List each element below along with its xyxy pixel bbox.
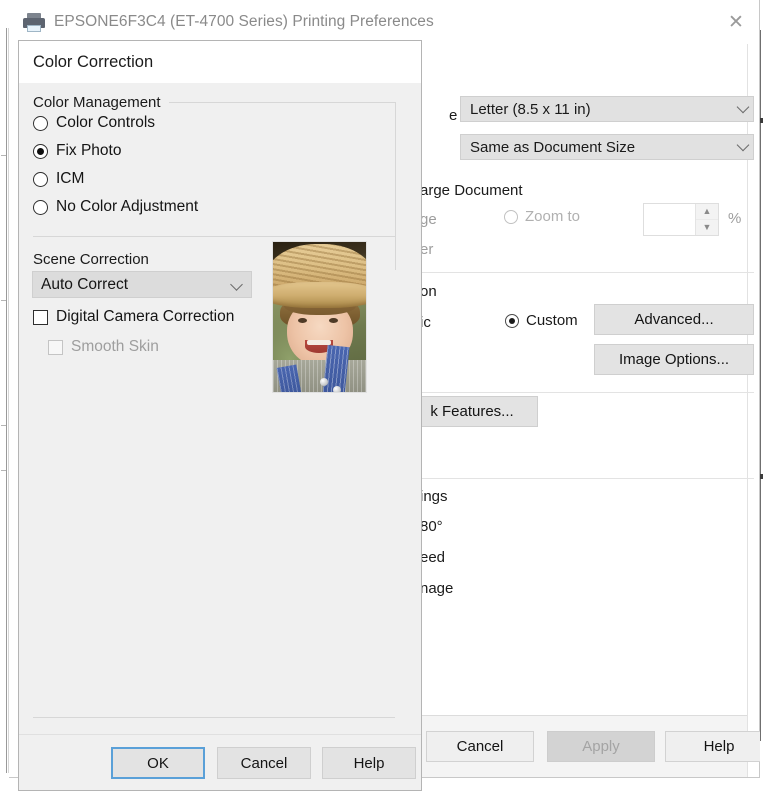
radio-icon	[505, 313, 519, 328]
percent-label: %	[728, 210, 742, 227]
output-paper-combo[interactable]: Same as Document Size	[460, 134, 754, 160]
window-title: EPSONE6F3C4 (ET-4700 Series) Printing Pr…	[54, 13, 434, 30]
spinner-buttons[interactable]: ▲ ▼	[695, 204, 718, 235]
color-management-group-label: Color Management	[33, 94, 169, 111]
divider	[420, 272, 754, 273]
spinner-up-icon[interactable]: ▲	[696, 204, 718, 220]
fit-to-page-label: ge	[420, 211, 437, 228]
dialog-help-button[interactable]: Help	[322, 747, 416, 779]
radio-icon	[33, 171, 48, 187]
mirror-label: nage	[420, 580, 454, 597]
checkbox-label: Digital Camera Correction	[56, 308, 235, 325]
window-help-button[interactable]: Help	[665, 731, 768, 762]
chevron-down-icon	[230, 278, 243, 291]
chevron-down-icon	[736, 138, 750, 152]
group-border-top	[169, 102, 395, 103]
scene-correction-value: Auto Correct	[41, 275, 129, 293]
checkbox-icon	[33, 309, 48, 325]
checkbox-label: Smooth Skin	[71, 338, 159, 355]
radio-no-color-adjustment[interactable]: No Color Adjustment	[33, 198, 198, 216]
divider	[420, 392, 754, 393]
dialog-ok-button[interactable]: OK	[111, 747, 205, 779]
chevron-down-icon	[736, 100, 750, 114]
rotate-label: 80°	[420, 518, 443, 535]
divider	[33, 236, 395, 237]
spinner-down-icon[interactable]: ▼	[696, 220, 718, 235]
scene-correction-label: Scene Correction	[33, 251, 149, 268]
dialog-footer: OK Cancel Help	[19, 734, 421, 790]
speed-label: eed	[420, 549, 446, 566]
underlying-window-right-edge	[760, 0, 768, 791]
scene-correction-combo[interactable]: Auto Correct	[32, 271, 252, 298]
checkbox-icon	[48, 339, 63, 355]
ink-features-button[interactable]: k Features...	[406, 396, 538, 427]
window-cancel-button[interactable]: Cancel	[426, 731, 534, 762]
photo-preview	[272, 241, 367, 393]
document-size-label: e	[449, 107, 458, 124]
printer-icon	[23, 12, 45, 32]
radio-color-controls[interactable]: Color Controls	[33, 114, 155, 132]
output-paper-value: Same as Document Size	[470, 138, 636, 156]
image-options-button[interactable]: Image Options...	[594, 344, 754, 375]
divider	[33, 717, 395, 718]
advanced-button[interactable]: Advanced...	[594, 304, 754, 335]
document-size-combo[interactable]: Letter (8.5 x 11 in)	[460, 96, 754, 122]
dialog-title: Color Correction	[33, 52, 154, 71]
group-border-right	[395, 102, 396, 270]
radio-icon	[33, 143, 48, 159]
divider	[420, 478, 754, 479]
radio-label: ICM	[56, 170, 85, 187]
window-apply-button: Apply	[547, 731, 655, 762]
other-label: er	[420, 241, 434, 258]
custom-radio[interactable]: Custom	[505, 312, 578, 329]
dialog-body: Color Management Color Controls Fix Phot…	[19, 83, 421, 734]
enlarge-document-label: arge Document	[420, 182, 523, 199]
radio-label: Fix Photo	[56, 142, 122, 159]
radio-icon	[33, 115, 48, 131]
window-titlebar: EPSONE6F3C4 (ET-4700 Series) Printing Pr…	[9, 0, 759, 44]
close-icon[interactable]: ✕	[713, 0, 759, 44]
document-size-value: Letter (8.5 x 11 in)	[470, 100, 591, 118]
zoom-to-radio[interactable]: Zoom to	[504, 208, 580, 225]
radio-icon	[504, 209, 518, 224]
correction-label: on	[420, 283, 437, 300]
radio-label: No Color Adjustment	[56, 198, 199, 215]
dialog-cancel-button[interactable]: Cancel	[217, 747, 311, 779]
screen: EPSONE6F3C4 (ET-4700 Series) Printing Pr…	[0, 0, 768, 791]
radio-icon	[33, 199, 48, 215]
settings-label: ings	[420, 488, 448, 505]
radio-icm[interactable]: ICM	[33, 170, 84, 188]
digital-camera-correction-checkbox[interactable]: Digital Camera Correction	[33, 308, 234, 326]
smooth-skin-checkbox: Smooth Skin	[48, 338, 159, 356]
zoom-percent-spinbox[interactable]: ▲ ▼	[643, 203, 719, 236]
radio-label: Color Controls	[56, 114, 156, 131]
zoom-to-label: Zoom to	[525, 208, 581, 225]
custom-label: Custom	[526, 312, 578, 329]
color-correction-dialog: Color Correction Color Management Color …	[18, 40, 422, 791]
dialog-header: Color Correction	[19, 41, 421, 83]
underlying-window-left-edge	[0, 0, 9, 791]
radio-fix-photo[interactable]: Fix Photo	[33, 142, 121, 160]
